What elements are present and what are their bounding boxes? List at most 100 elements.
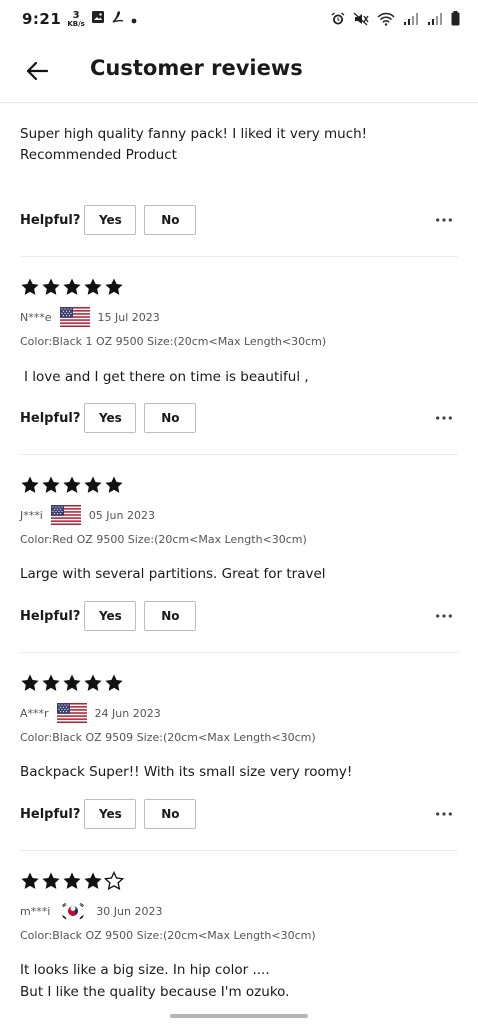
review-divider [20, 256, 458, 257]
more-dots-icon [435, 811, 453, 817]
status-bar: 9:21 3 KB/s [0, 0, 478, 40]
more-options-button[interactable] [434, 409, 454, 427]
status-time: 9:21 [22, 10, 62, 28]
more-options-button[interactable] [434, 607, 454, 625]
review-text: Large with several partitions. Great for… [20, 566, 326, 582]
product-variant: Color:Red OZ 9500 Size:(20cm<Max Length<… [20, 533, 307, 546]
star-filled-icon [83, 475, 103, 495]
review-date: 15 Jul 2023 [97, 310, 160, 324]
star-filled-icon [20, 871, 40, 891]
more-dots-icon [435, 613, 453, 619]
star-filled-icon [41, 673, 61, 693]
network-speed-unit: KB/s [67, 19, 85, 28]
us-flag-icon [57, 703, 87, 723]
helpful-label: Helpful? [20, 806, 81, 822]
network-speed-value: 3 [72, 9, 80, 21]
review-text: Super high quality fanny pack! I liked i… [20, 126, 368, 163]
helpful-row: Helpful? Yes No [20, 203, 460, 237]
star-filled-icon [20, 277, 40, 297]
helpful-no-button[interactable]: No [144, 205, 197, 235]
star-filled-icon [83, 673, 103, 693]
star-filled-icon [62, 673, 82, 693]
helpful-label: Helpful? [20, 608, 81, 624]
star-filled-icon [104, 277, 124, 297]
app-header: Customer reviews [0, 44, 478, 100]
reviewer-name: m***i [20, 904, 51, 918]
helpful-label: Helpful? [20, 212, 81, 228]
back-arrow-icon [26, 61, 49, 81]
gallery-icon [91, 10, 105, 28]
star-filled-icon [62, 277, 82, 297]
home-indicator [170, 1014, 308, 1018]
status-left: 9:21 3 KB/s [22, 10, 137, 28]
more-dots-icon [435, 217, 453, 223]
star-rating [20, 475, 124, 495]
review-divider [20, 454, 458, 455]
helpful-yes-button[interactable]: Yes [84, 601, 137, 631]
helpful-no-button[interactable]: No [144, 403, 197, 433]
more-dots-icon [435, 415, 453, 421]
review-text: Backpack Super!! With its small size ver… [20, 764, 353, 780]
helpful-row: Helpful? Yes No [20, 797, 460, 831]
review-meta: A***r 24 Jun 2023 [20, 703, 161, 723]
product-variant: Color:Black OZ 9509 Size:(20cm<Max Lengt… [20, 731, 316, 744]
star-empty-icon [104, 871, 124, 891]
us-flag-icon [51, 505, 81, 525]
star-filled-icon [62, 871, 82, 891]
star-filled-icon [62, 475, 82, 495]
star-filled-icon [20, 475, 40, 495]
helpful-row: Helpful? Yes No [20, 599, 460, 633]
review-meta: N***e 15 Jul 2023 [20, 307, 160, 327]
star-filled-icon [20, 673, 40, 693]
header-divider [0, 102, 478, 103]
kr-flag-icon [58, 901, 88, 921]
reviewer-name: A***r [20, 706, 49, 720]
signal-icon-2 [427, 11, 443, 30]
helpful-no-button[interactable]: No [144, 799, 197, 829]
more-options-button[interactable] [434, 805, 454, 823]
star-filled-icon [104, 673, 124, 693]
review-date: 05 Jun 2023 [88, 508, 155, 522]
product-variant: Color:Black OZ 9500 Size:(20cm<Max Lengt… [20, 929, 316, 942]
helpful-no-button[interactable]: No [144, 601, 197, 631]
review-date: 30 Jun 2023 [96, 904, 163, 918]
wifi-icon [377, 11, 395, 30]
signal-icon [403, 11, 419, 30]
us-flag-icon [60, 307, 90, 327]
star-filled-icon [41, 277, 61, 297]
battery-icon [451, 11, 460, 30]
review-divider [20, 652, 458, 653]
star-rating [20, 673, 124, 693]
review-divider [20, 850, 458, 851]
helpful-label: Helpful? [20, 410, 81, 426]
back-button[interactable] [20, 54, 54, 88]
pdf-icon [111, 10, 125, 28]
reviewer-name: N***e [20, 310, 52, 324]
helpful-yes-button[interactable]: Yes [84, 205, 137, 235]
reviewer-name: J***i [20, 508, 43, 522]
alarm-icon [331, 11, 345, 30]
star-filled-icon [41, 871, 61, 891]
helpful-yes-button[interactable]: Yes [84, 403, 137, 433]
review-text: It looks like a big size. In hip color .… [20, 962, 270, 978]
network-speed: 3 KB/s [67, 9, 85, 28]
more-options-button[interactable] [434, 211, 454, 229]
helpful-row: Helpful? Yes No [20, 401, 460, 435]
review-meta: J***i 05 Jun 2023 [20, 505, 155, 525]
star-filled-icon [104, 475, 124, 495]
review-text-line-2: But I like the quality because I'm ozuko… [20, 984, 290, 1000]
star-rating [20, 277, 124, 297]
status-right [331, 11, 460, 30]
star-filled-icon [83, 871, 103, 891]
page-title: Customer reviews [90, 56, 303, 80]
star-rating [20, 871, 124, 891]
review-text: I love and I get there on time is beauti… [24, 369, 309, 385]
review-date: 24 Jun 2023 [94, 706, 161, 720]
star-filled-icon [83, 277, 103, 297]
star-filled-icon [41, 475, 61, 495]
product-variant: Color:Black 1 OZ 9500 Size:(20cm<Max Len… [20, 335, 327, 348]
mute-icon [353, 11, 369, 30]
helpful-yes-button[interactable]: Yes [84, 799, 137, 829]
notification-dot-icon [131, 10, 137, 28]
review-meta: m***i 30 Jun 2023 [20, 901, 162, 921]
